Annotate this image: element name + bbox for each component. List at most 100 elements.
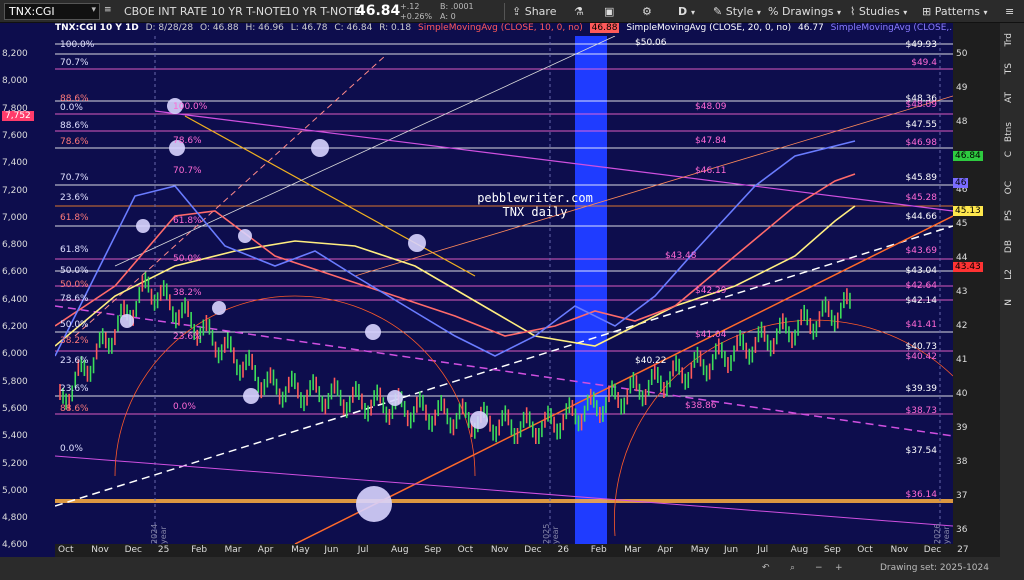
time-axis-tick: Nov: [890, 545, 909, 555]
pivot-circle: [311, 139, 329, 157]
fib-left-label: 61.8%: [60, 245, 89, 255]
right-axis-tick: 41: [956, 355, 968, 365]
flask-button[interactable]: ⚗: [574, 2, 584, 21]
price-chart[interactable]: $50.06 pebblewriter.com TNX daily 100.0%…: [55, 36, 953, 544]
pivot-circle: [408, 234, 426, 252]
pivot-circle: [470, 411, 488, 429]
symbol-input[interactable]: TNX:CGI ▾: [4, 3, 100, 20]
sidebar-tab-oc[interactable]: OC: [1004, 181, 1020, 194]
left-axis-tick: 5,600: [2, 403, 28, 414]
share-label: Share: [524, 5, 557, 18]
right-price-tag: 46: [953, 178, 969, 188]
studies-button[interactable]: ⌇ Studies ▾: [850, 2, 907, 21]
sidebar-tab-trd[interactable]: Trd: [1004, 33, 1020, 46]
sidebar-tab-c[interactable]: C: [1004, 151, 1020, 157]
time-axis-tick: Feb: [590, 545, 607, 555]
drawing-icon: %: [768, 5, 782, 18]
ohlc-low: L: 46.78: [290, 23, 328, 33]
fib-right-label: $43.69: [905, 246, 938, 256]
highlight-band: [575, 36, 607, 544]
left-axis-tick: 7,200: [2, 185, 28, 196]
pivot-circle: [387, 390, 403, 406]
time-axis-tick: Sep: [823, 545, 841, 555]
right-axis-tick: 43: [956, 287, 968, 297]
left-axis-tick: 5,200: [2, 458, 28, 469]
pivot-circle: [243, 388, 259, 404]
sidebar-tab-l2[interactable]: L2: [1004, 269, 1020, 280]
share-button[interactable]: ⇪ Share: [512, 2, 556, 21]
fib-right-label: $42.14: [905, 296, 938, 306]
search-icon[interactable]: ⌕: [790, 563, 795, 573]
sma50-label[interactable]: SimpleMovingAvg (CLOSE,...: [831, 23, 953, 33]
time-axis-tick: Apr: [657, 545, 673, 555]
left-axis-tick: 7,400: [2, 158, 28, 169]
fib-mid-label: 61.8%: [173, 216, 202, 226]
fib-mid-label: 0.0%: [173, 402, 196, 412]
more-button[interactable]: ≡: [1005, 2, 1014, 21]
left-axis-tick: 7,000: [2, 212, 28, 223]
zoom-out-icon[interactable]: −: [815, 563, 823, 573]
settings-button[interactable]: ⚙: [642, 2, 652, 21]
fib-right-label: $36.14: [905, 490, 938, 500]
drawings-button[interactable]: % Drawings ▾: [768, 2, 841, 21]
undo-icon[interactable]: ↶: [762, 563, 770, 573]
fib-left-label: 38.2%: [60, 336, 89, 346]
left-axis-tick: 6,200: [2, 322, 28, 332]
fib-left-label: 100.0%: [60, 40, 95, 50]
fib-right-label: $47.55: [905, 120, 938, 130]
right-axis-tick: 42: [956, 321, 968, 331]
left-axis-tick: 6,000: [2, 349, 28, 360]
zoom-in-icon[interactable]: +: [835, 563, 843, 573]
time-axis-tick: Mar: [224, 545, 242, 555]
sidebar-tab-ts[interactable]: TS: [1004, 63, 1020, 74]
fib-right-label: $39.39: [905, 384, 938, 394]
sidebar-tab-n[interactable]: N: [1004, 299, 1020, 306]
time-axis-tick: Dec: [524, 545, 542, 555]
period-button[interactable]: D ▾: [678, 2, 695, 21]
price-change: +.12: [400, 2, 420, 11]
flask-icon: ⚗: [574, 5, 584, 18]
left-axis-tick: 5,800: [2, 376, 28, 387]
patterns-button[interactable]: ⊞ Patterns ▾: [922, 2, 988, 21]
trend-line: [55, 225, 953, 507]
fib-left-label: 88.6%: [60, 404, 89, 414]
time-axis[interactable]: Oct Nov Dec 25 Feb Mar Apr May Jun Jul Aug Sep Oct No…: [55, 544, 969, 557]
style-button[interactable]: ✎ Style ▾: [713, 2, 761, 21]
sma10-label[interactable]: SimpleMovingAvg (CLOSE, 10, 0, no): [418, 23, 583, 33]
fib-left-label: 78.6%: [60, 137, 89, 147]
chart-header: TNX:CGI 10 Y 1D D: 8/28/28 O: 46.88 H: 4…: [55, 23, 953, 36]
fib-left-label: 88.6%: [60, 121, 89, 131]
left-price-axis[interactable]: 8,200 8,000 7,800 7,600 7,400 7,200 7,000 6,800…: [0, 23, 55, 557]
drawing-set[interactable]: Drawing set: 2025-1024: [880, 563, 989, 573]
watermark-subtitle: TNX daily: [502, 205, 568, 219]
right-price-tag: 45.13: [953, 206, 983, 216]
left-axis-tick: 5,400: [2, 431, 28, 442]
save-button[interactable]: ▣: [604, 2, 614, 21]
sidebar-tab-btns[interactable]: Btns: [1004, 122, 1020, 142]
time-axis-tick: May: [291, 545, 310, 555]
bid-size: B: .0001: [440, 2, 474, 11]
time-axis-tick: Oct: [58, 545, 74, 555]
time-axis-tick: Mar: [624, 545, 642, 555]
patterns-icon: ⊞: [922, 5, 935, 18]
sidebar-tab-at[interactable]: AT: [1004, 92, 1020, 103]
fib-left-label: 50.0%: [60, 280, 89, 290]
year-marker: 2026 year: [933, 523, 951, 544]
left-axis-tick: 8,200: [2, 49, 28, 59]
fib-left-label: 50.0%: [60, 320, 89, 330]
sidebar-tab-ps[interactable]: PS: [1004, 210, 1020, 221]
ohlc-range: R: 0.18: [379, 23, 412, 33]
sidebar-tab-db[interactable]: DB: [1004, 240, 1020, 253]
studies-icon: ⌇: [850, 5, 859, 18]
mid-price-label: $47.84: [695, 136, 727, 146]
trend-line: [74, 55, 386, 337]
menu-icon: ≡: [1005, 5, 1015, 18]
time-axis-tick: Dec: [124, 545, 143, 555]
left-axis-tick: 4,800: [2, 513, 28, 524]
right-price-axis[interactable]: 5049484746454443424140393837363546.84464…: [953, 23, 1000, 569]
right-axis-tick: 36: [956, 525, 968, 535]
mid-price-label: $46.11: [695, 166, 727, 176]
symbol-menu-icon[interactable]: ≡: [104, 5, 112, 15]
right-axis-tick: 40: [956, 389, 968, 399]
sma20-label[interactable]: SimpleMovingAvg (CLOSE, 20, 0, no): [626, 23, 791, 33]
